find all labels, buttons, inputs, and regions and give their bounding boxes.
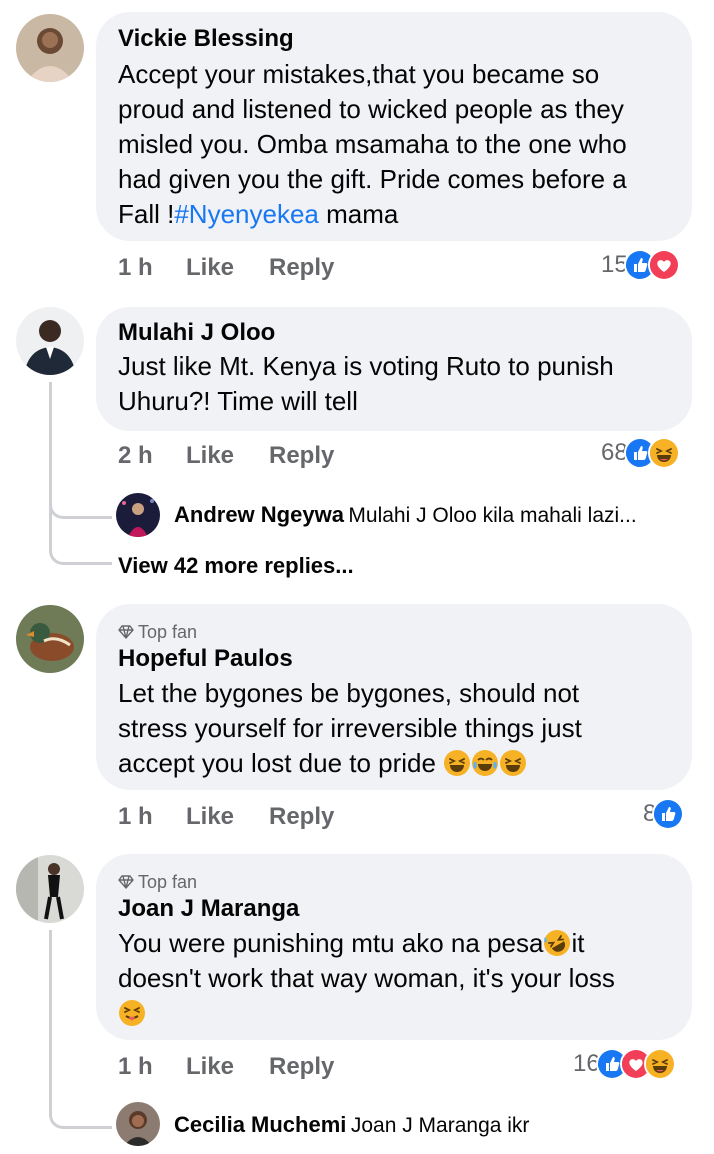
comment-text-line: had given you the gift. Pride comes befo…: [118, 164, 627, 194]
comment-text-line: accept you lost due to pride: [118, 746, 527, 781]
comment-text-line: Let the bygones be bygones, should not: [118, 678, 580, 708]
like-button[interactable]: Like: [186, 803, 234, 831]
tears-of-joy-emoji: [472, 750, 499, 776]
comment-text-line: doesn't work that way woman, it's your l…: [118, 963, 615, 993]
comment-text-fragment: mama: [318, 199, 399, 229]
timestamp[interactable]: 1 h: [118, 1053, 153, 1081]
comment-author[interactable]: Joan J Maranga: [118, 895, 299, 923]
haha-icon: [643, 1048, 676, 1080]
view-more-replies-link[interactable]: View 42 more replies...: [118, 553, 354, 579]
comment-text-line: Just like Mt. Kenya is voting Ruto to pu…: [118, 351, 614, 381]
comment-text-fragment: You were punishing mtu ako na pesa: [118, 928, 544, 958]
top-fan-label: Top fan: [138, 622, 198, 642]
like-button[interactable]: Like: [186, 1053, 234, 1081]
top-fan-badge: Top fan: [118, 621, 197, 643]
comment-author[interactable]: Hopeful Paulos: [118, 645, 293, 673]
thread-connector: [49, 516, 112, 565]
timestamp[interactable]: 1 h: [118, 254, 153, 282]
rolling-laughing-emoji: [544, 930, 571, 956]
reply-text: Joan J Maranga ikr: [350, 1114, 530, 1137]
reaction-summary[interactable]: 68: [601, 437, 680, 469]
timestamp[interactable]: 2 h: [118, 442, 153, 470]
comment-text-fragment: it: [571, 928, 585, 958]
comment-text-fragment: Fall !: [118, 199, 175, 229]
comment-author[interactable]: Vickie Blessing: [118, 25, 294, 53]
like-icon: [652, 798, 685, 830]
reply-preview[interactable]: Andrew Ngeywa Mulahi J Oloo kila mahali …: [174, 502, 637, 528]
comment-text-line: proud and listened to wicked people as t…: [118, 94, 624, 124]
diamond-icon: [118, 875, 134, 889]
top-fan-badge: Top fan: [118, 871, 197, 893]
comment-text-line: Fall !#Nyenyekea mama: [118, 197, 398, 232]
comment-text-line: You were punishing mtu ako na pesa it: [118, 926, 584, 961]
grinning-squinting-emoji: [444, 750, 471, 776]
comment-text-line: stress yourself for irreversible things …: [118, 713, 582, 743]
comment-text-line: Uhuru?! Time will tell: [118, 386, 358, 416]
comment-author[interactable]: Mulahi J Oloo: [118, 319, 275, 347]
avatar[interactable]: [16, 307, 84, 375]
comment-text-fragment: accept you lost due to pride: [118, 748, 436, 778]
avatar[interactable]: [116, 1102, 160, 1146]
reply-button[interactable]: Reply: [269, 254, 334, 282]
comment-text-line: misled you. Omba msamaha to the one who: [118, 129, 627, 159]
haha-icon: [647, 437, 680, 469]
thread-line: [49, 930, 52, 1110]
thread-connector: [49, 1090, 112, 1129]
thread-connector: [49, 488, 112, 519]
reply-button[interactable]: Reply: [269, 1053, 334, 1081]
hashtag-link[interactable]: #Nyenyekea: [174, 199, 319, 229]
like-button[interactable]: Like: [186, 442, 234, 470]
top-fan-label: Top fan: [138, 872, 198, 892]
comment-text-line: [118, 996, 146, 1031]
reply-author[interactable]: Cecilia Muchemi: [174, 1112, 346, 1137]
reply-button[interactable]: Reply: [269, 803, 334, 831]
reaction-summary[interactable]: 15: [601, 249, 680, 281]
reply-button[interactable]: Reply: [269, 442, 334, 470]
love-icon: [647, 249, 680, 281]
reply-preview[interactable]: Cecilia Muchemi Joan J Maranga ikr: [174, 1112, 529, 1138]
avatar[interactable]: [16, 14, 84, 82]
reaction-summary[interactable]: 16: [573, 1048, 676, 1080]
grinning-squinting-emoji: [500, 750, 527, 776]
reply-author[interactable]: Andrew Ngeywa: [174, 502, 344, 527]
reply-text: Mulahi J Oloo kila mahali lazi...: [348, 504, 637, 527]
like-button[interactable]: Like: [186, 254, 234, 282]
squinting-tongue-emoji: [119, 1000, 145, 1026]
avatar[interactable]: [116, 493, 160, 537]
comment-text-line: Accept your mistakes,that you became so: [118, 59, 600, 89]
avatar[interactable]: [16, 855, 84, 923]
timestamp[interactable]: 1 h: [118, 803, 153, 831]
avatar[interactable]: [16, 605, 84, 673]
reaction-summary[interactable]: 8: [643, 798, 685, 830]
diamond-icon: [118, 625, 134, 639]
